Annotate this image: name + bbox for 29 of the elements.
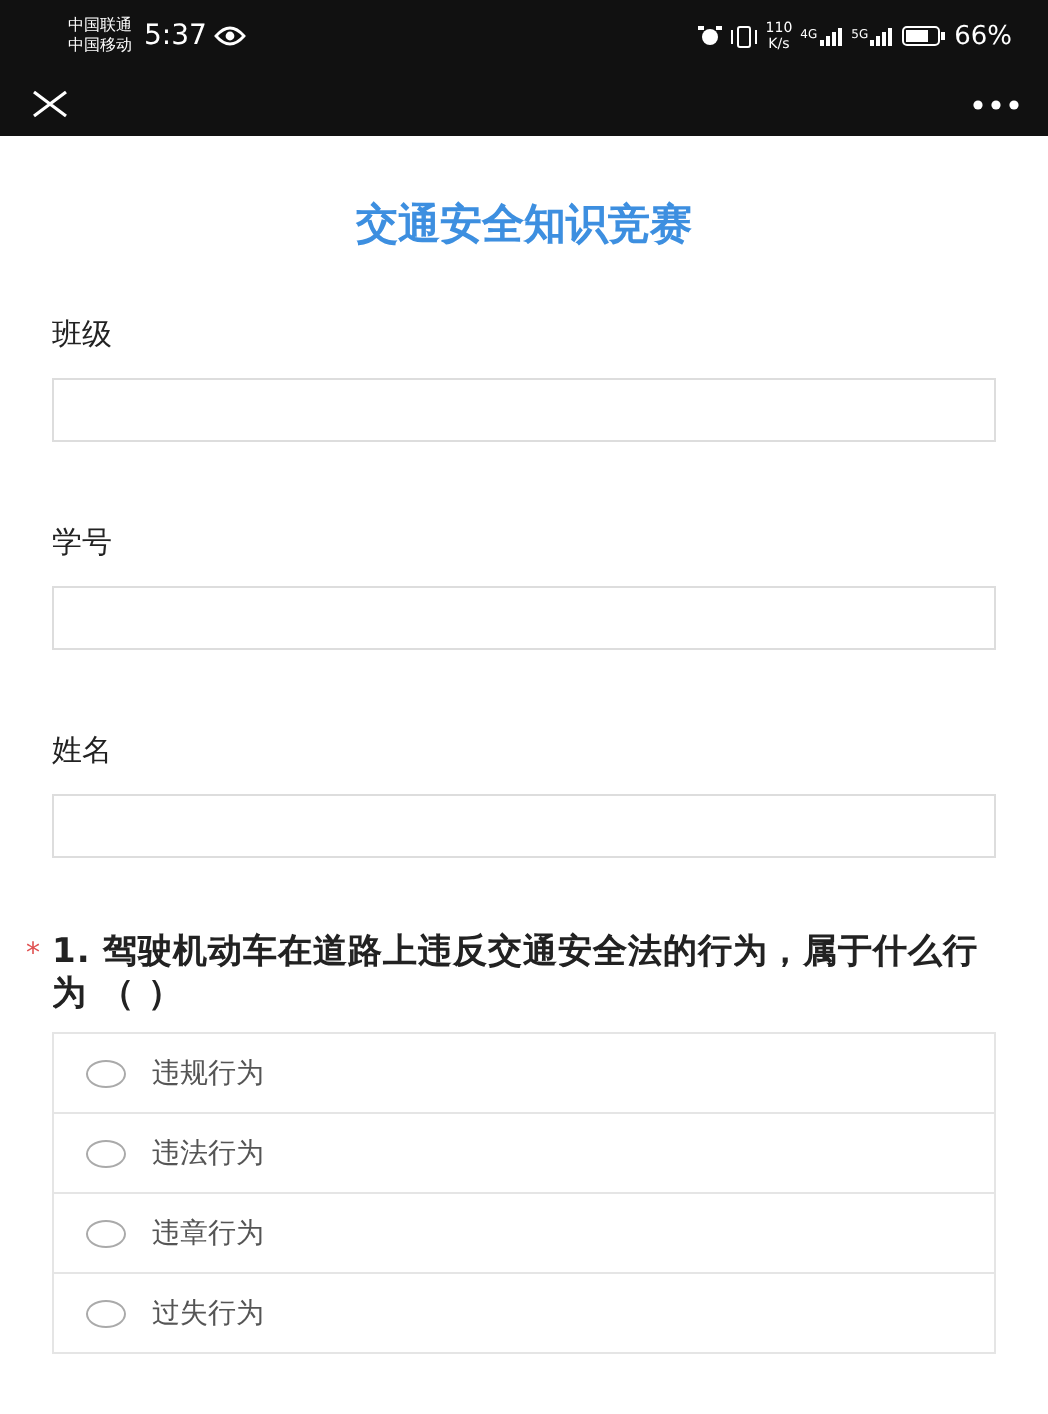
radio-option[interactable]: 违规行为 (54, 1034, 994, 1112)
carrier-name: 中国移动 (68, 36, 132, 56)
more-icon[interactable] (972, 99, 1020, 109)
close-icon[interactable] (32, 90, 68, 118)
carrier-name: 中国联通 (68, 16, 132, 36)
clock-time: 5:37 (144, 20, 207, 52)
question-text: 1. 驾驶机动车在道路上违反交通安全法的行为，属于什么行为 （ ） (52, 932, 981, 1016)
eye-icon (214, 26, 247, 46)
radio-icon[interactable] (86, 1299, 126, 1327)
battery-percent: 66% (954, 21, 1012, 51)
radio-icon[interactable] (86, 1219, 126, 1247)
radio-icon[interactable] (86, 1139, 126, 1167)
field-label: 班级 (52, 316, 114, 354)
vibrate-icon (729, 25, 758, 47)
battery-icon (902, 26, 947, 46)
input-field[interactable] (52, 378, 996, 442)
field-label: 学号 (52, 524, 114, 562)
radio-icon[interactable] (86, 1059, 126, 1087)
page-title: 交通安全知识竞赛 (354, 198, 694, 252)
signal-icon (870, 27, 895, 45)
required-mark: * (26, 938, 40, 970)
radio-option[interactable]: 过失行为 (54, 1272, 994, 1352)
alarm-icon (697, 26, 722, 46)
field-label: 姓名 (52, 732, 114, 770)
input-field[interactable] (52, 794, 996, 858)
radio-option[interactable]: 违章行为 (54, 1192, 994, 1272)
radio-option[interactable]: 违法行为 (54, 1112, 994, 1192)
signal-icon (819, 27, 844, 45)
input-field[interactable] (52, 586, 996, 650)
